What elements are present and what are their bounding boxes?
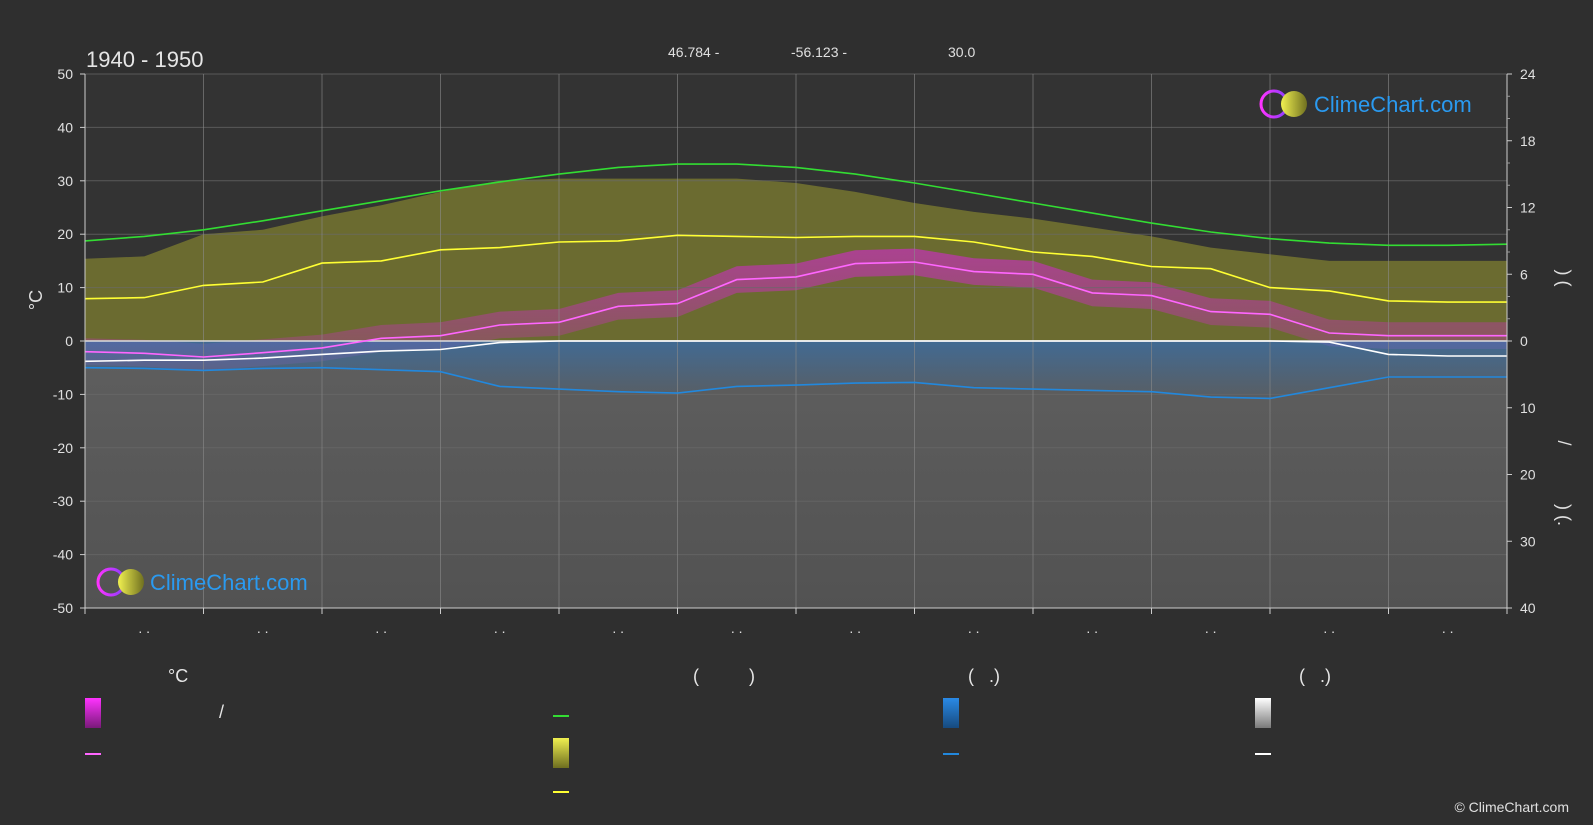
longitude-label: -56.123 -	[791, 44, 847, 60]
legend-daylight-swatch	[553, 715, 569, 717]
month-tick-label: . .	[375, 620, 387, 636]
legend-snow-line-swatch	[1255, 753, 1271, 755]
left-tick-label: -40	[53, 547, 73, 563]
left-tick-label: 50	[57, 66, 73, 82]
month-tick-label: . .	[1086, 620, 1098, 636]
left-tick-label: 30	[57, 173, 73, 189]
right-tick-label: 24	[1520, 66, 1536, 82]
month-tick-label: . .	[731, 620, 743, 636]
right-tick-label: 18	[1520, 133, 1536, 149]
logo-text: ClimeChart.com	[150, 570, 308, 595]
logo-top-right[interactable]: ClimeChart.com	[1259, 89, 1472, 119]
month-tick-label: . .	[494, 620, 506, 636]
right-tick-label: 12	[1520, 200, 1536, 216]
legend-sunshine-area-swatch	[553, 738, 569, 768]
right-axis-label-bottom: ) (.	[1554, 504, 1574, 526]
left-tick-label: 0	[65, 333, 73, 349]
right-tick-label: 0	[1520, 333, 1528, 349]
left-tick-label: 20	[57, 226, 73, 242]
legend-temperature-range-separator: /	[219, 702, 225, 722]
copyright: © ClimeChart.com	[1454, 799, 1569, 815]
legend-temperature-header: °C	[168, 666, 189, 686]
left-tick-label: -30	[53, 493, 73, 509]
legend: °C / ( ) ( .) ( .)	[0, 660, 1593, 800]
left-axis-unit: °C	[26, 290, 46, 310]
elevation-label: 30.0	[948, 44, 975, 60]
logo-sun-icon	[118, 569, 144, 595]
month-tick-label: . .	[138, 620, 150, 636]
legend-sunshine-header: ( )	[693, 666, 755, 686]
legend-snow-header: ( .)	[1299, 666, 1331, 686]
legend-snow-area-swatch	[1255, 698, 1271, 728]
legend-mean-temperature-swatch	[85, 753, 101, 755]
left-tick-label: 40	[57, 119, 73, 135]
month-tick-label: . .	[1205, 620, 1217, 636]
month-tick-label: . .	[1442, 620, 1454, 636]
right-axis-label-mid: /	[1554, 440, 1574, 445]
period-label: 1940 - 1950	[86, 47, 203, 72]
month-tick-label: . .	[1323, 620, 1335, 636]
legend-precipitation-line-swatch	[943, 753, 959, 755]
month-tick-label: . .	[849, 620, 861, 636]
latitude-label: 46.784 -	[668, 44, 720, 60]
month-tick-label: . .	[968, 620, 980, 636]
logo-sun-icon	[1281, 91, 1307, 117]
right-axis-label-top: ) (	[1554, 270, 1574, 287]
left-tick-label: -50	[53, 600, 73, 616]
month-tick-label: . .	[257, 620, 269, 636]
right-tick-label: 20	[1520, 467, 1536, 483]
right-tick-label: 6	[1520, 266, 1528, 282]
logo-bottom-left[interactable]: ClimeChart.com	[96, 567, 308, 597]
left-tick-label: -20	[53, 440, 73, 456]
right-tick-label: 10	[1520, 400, 1536, 416]
left-tick-label: -10	[53, 386, 73, 402]
right-tick-label: 30	[1520, 533, 1536, 549]
legend-precipitation-header: ( .)	[968, 666, 1000, 686]
legend-sunshine-line-swatch	[553, 791, 569, 793]
climate-chart: 50 40 30 20 10 0 -10 -20 -30 -40 -50 24 18 12 6 0 10 20 30…	[26, 44, 1574, 636]
legend-precipitation-area-swatch	[943, 698, 959, 728]
legend-temperature-range-swatch	[85, 698, 101, 728]
logo-text: ClimeChart.com	[1314, 92, 1472, 117]
month-tick-label: . .	[612, 620, 624, 636]
left-tick-label: 10	[57, 280, 73, 296]
right-tick-label: 40	[1520, 600, 1536, 616]
